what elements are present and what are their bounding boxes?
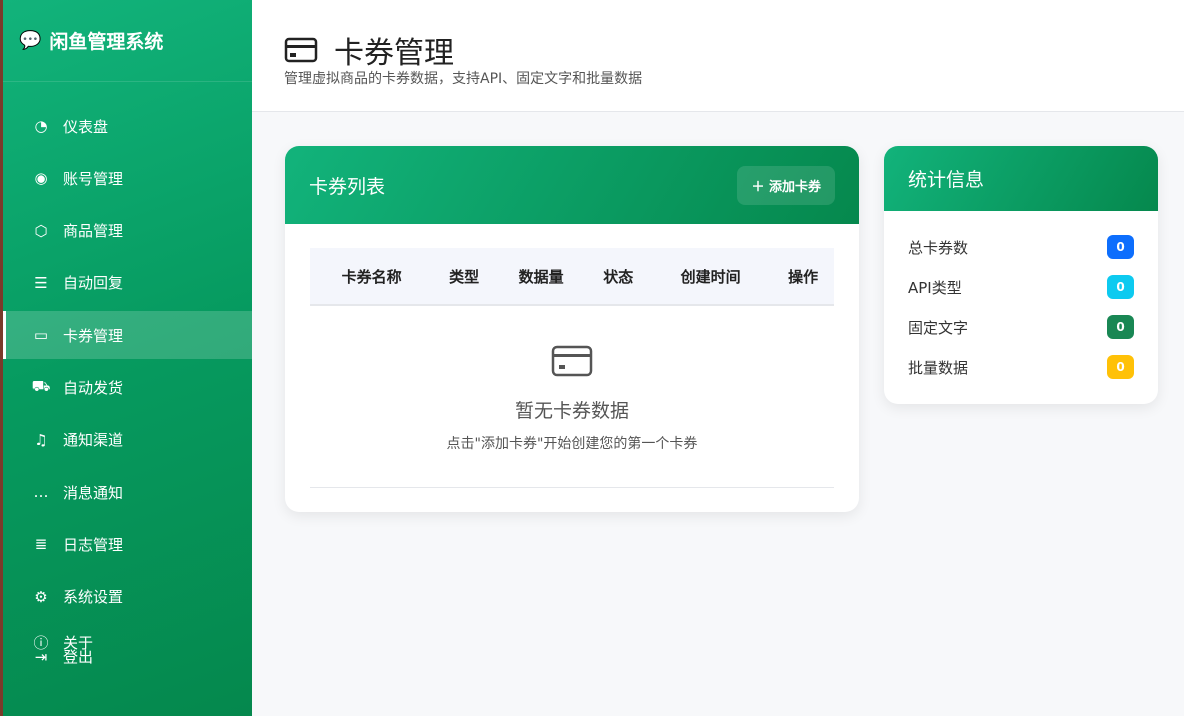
stat-label: 固定文字 <box>908 318 969 337</box>
cards-table: 卡券名称 类型 数据量 状态 创建时间 操作 <box>310 248 834 306</box>
truck-icon: ⛟ <box>31 377 51 396</box>
app-title: 闲鱼管理系统 <box>49 31 164 53</box>
page-title: 卡券管理 <box>334 36 454 71</box>
column-header: 状态 <box>587 248 650 306</box>
page-subtitle: 管理虚拟商品的卡券数据，支持API、固定文字和批量数据 <box>284 71 643 87</box>
sidebar-item-products[interactable]: ⬡ 商品管理 <box>3 207 252 255</box>
box-icon: ⬡ <box>34 221 48 240</box>
column-header: 数据量 <box>494 248 588 306</box>
stat-badge: 0 <box>1107 235 1134 259</box>
journal-icon: ≣ <box>34 535 48 554</box>
credit-card-icon: ▭ <box>33 326 49 345</box>
sidebar-item-label: 日志管理 <box>63 535 124 554</box>
empty-state: 暂无卡券数据 点击"添加卡券"开始创建您的第一个卡券 <box>310 344 834 488</box>
user-circle-icon: ◉ <box>34 169 48 188</box>
sidebar-item-label: 自动发货 <box>63 378 124 397</box>
empty-title: 暂无卡券数据 <box>514 400 629 422</box>
column-header: 类型 <box>433 248 495 306</box>
panel-title: 统计信息 <box>908 169 985 191</box>
bell-icon: ♫ <box>34 430 48 449</box>
sidebar-item-label: 卡券管理 <box>63 326 124 345</box>
sidebar-item-label: 自动回复 <box>63 274 124 293</box>
column-header: 创建时间 <box>649 248 773 306</box>
logout-label: 登出 <box>63 648 94 666</box>
speedometer-icon: ◔ <box>34 117 48 135</box>
stat-row: 批量数据 0 <box>884 347 1158 387</box>
sidebar-item-label: 系统设置 <box>63 588 124 607</box>
sidebar-item-cards[interactable]: ▭ 卡券管理 <box>3 311 252 360</box>
stat-badge: 0 <box>1107 355 1134 379</box>
add-card-label: 添加卡券 <box>768 179 821 195</box>
sidebar-item-accounts[interactable]: ◉ 账号管理 <box>3 154 252 202</box>
empty-hint: 点击"添加卡券"开始创建您的第一个卡券 <box>446 436 698 452</box>
sidebar: 💬 闲鱼管理系统 ◔ 仪表盘 ◉ 账号管理 ⬡ 商品管理 ☰ 自动回复 ▭ 卡券管理 ⛟ 自动… <box>0 0 252 716</box>
credit-card-icon <box>284 37 318 63</box>
column-header: 卡券名称 <box>310 248 434 306</box>
sidebar-item-label: 消息通知 <box>63 483 124 502</box>
chat-dots-icon: … <box>33 483 49 502</box>
stat-label: API类型 <box>908 278 962 297</box>
page-header: 卡券管理 管理虚拟商品的卡券数据，支持API、固定文字和批量数据 <box>252 0 1184 112</box>
stat-row: 总卡券数 0 <box>884 227 1158 267</box>
sidebar-item-auto-delivery[interactable]: ⛟ 自动发货 <box>3 363 252 411</box>
plus-icon: ＋ <box>751 179 769 195</box>
sidebar-item-label: 仪表盘 <box>63 117 109 136</box>
sidebar-item-label: 通知渠道 <box>63 431 124 450</box>
stats-panel: 统计信息 总卡券数 0 API类型 0 固定文字 0 批量数据 0 <box>884 146 1158 404</box>
chat-bubble-icon: 💬 <box>19 30 42 51</box>
sidebar-item-notify-channels[interactable]: ♫ 通知渠道 <box>3 416 252 464</box>
logout-icon: ⇥ <box>34 648 48 666</box>
stat-label: 总卡券数 <box>908 238 969 257</box>
sidebar-item-settings[interactable]: ⚙ 系统设置 <box>3 573 252 621</box>
cards-list-panel: 卡券列表 ＋ 添加卡券 卡券名称 类型 数据量 状态 创建时间 操作 暂无卡券数… <box>285 146 859 512</box>
sidebar-item-logs[interactable]: ≣ 日志管理 <box>3 520 252 568</box>
panel-title: 卡券列表 <box>309 175 386 198</box>
sidebar-item-dashboard[interactable]: ◔ 仪表盘 <box>3 102 252 150</box>
stat-badge: 0 <box>1107 275 1134 299</box>
stat-row: 固定文字 0 <box>884 307 1158 347</box>
brand: 💬 闲鱼管理系统 <box>3 0 252 82</box>
gear-icon: ⚙ <box>34 587 48 606</box>
sidebar-item-messages[interactable]: … 消息通知 <box>3 468 252 516</box>
sidebar-item-label: 账号管理 <box>63 169 124 188</box>
stat-row: API类型 0 <box>884 267 1158 307</box>
sidebar-item-auto-reply[interactable]: ☰ 自动回复 <box>3 259 252 307</box>
add-card-button[interactable]: ＋ 添加卡券 <box>737 165 835 205</box>
sidebar-item-label: 商品管理 <box>63 222 124 241</box>
credit-card-icon <box>551 345 593 377</box>
stat-badge: 0 <box>1107 315 1134 339</box>
chat-square-icon: ☰ <box>34 273 48 292</box>
column-header: 操作 <box>772 248 834 306</box>
stat-label: 批量数据 <box>908 358 969 377</box>
sidebar-item-logout[interactable]: ⇥ 登出 <box>31 648 94 666</box>
